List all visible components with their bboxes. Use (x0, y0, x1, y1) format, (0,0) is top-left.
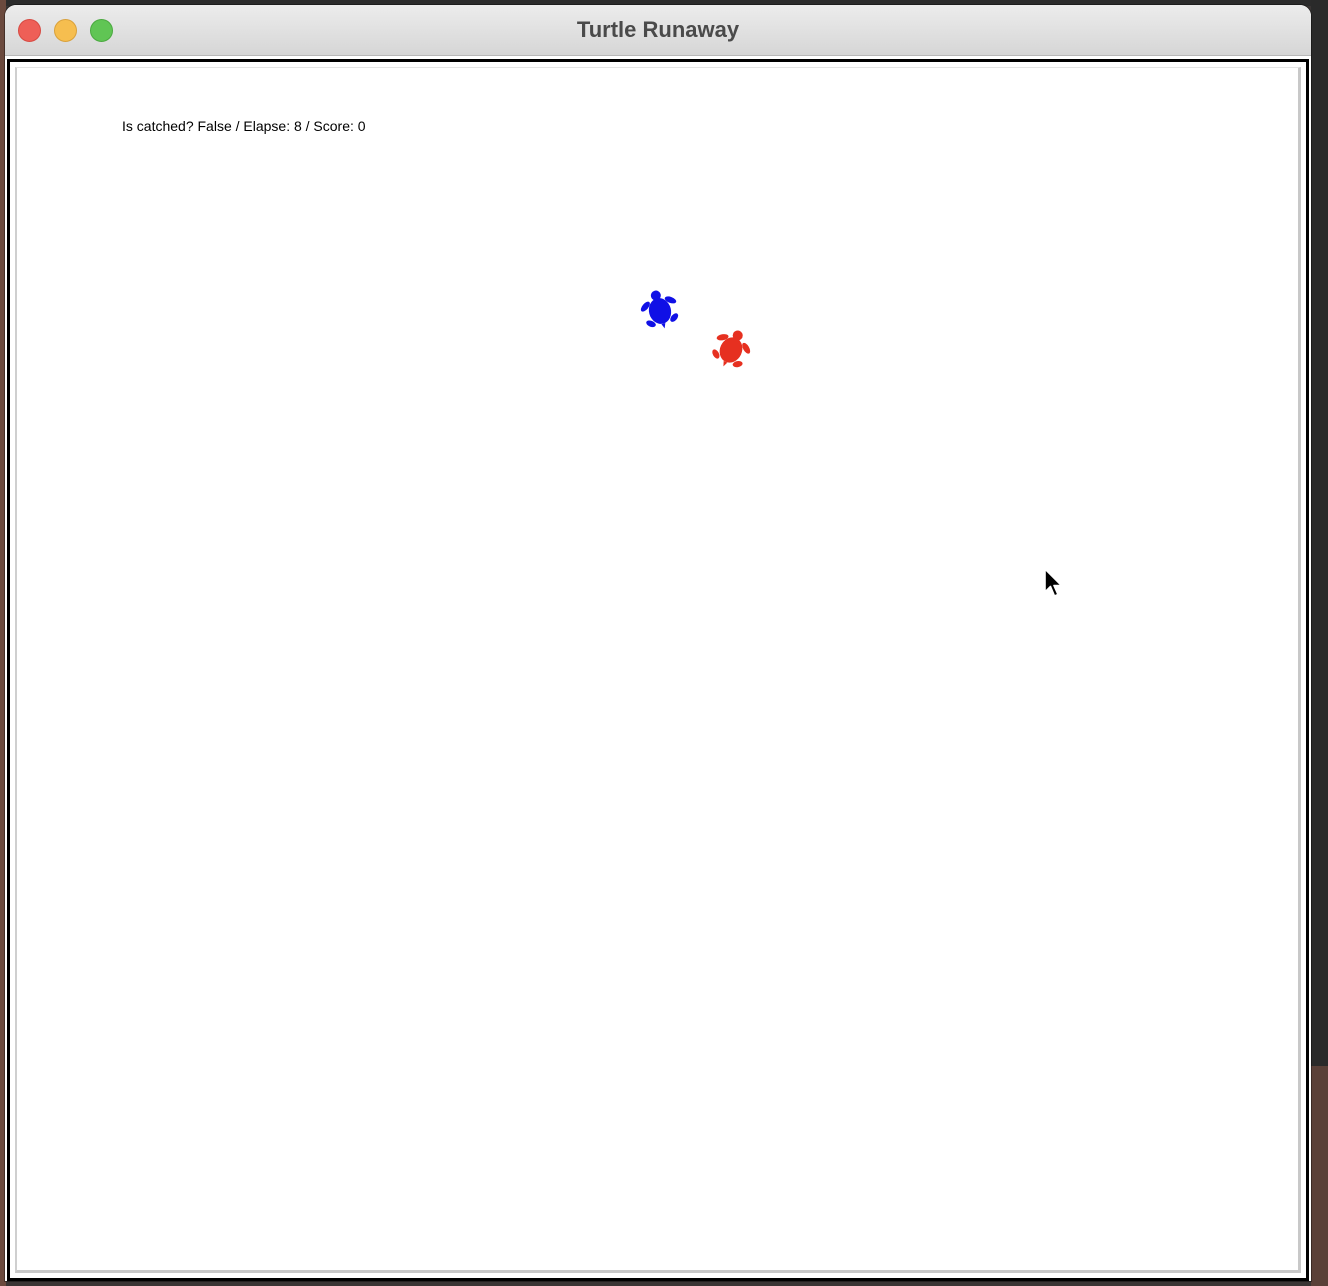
title-bar[interactable]: Turtle Runaway (5, 5, 1311, 56)
desktop-background-right-lower (1311, 1066, 1328, 1286)
game-window: Turtle Runaway Is catched? False / Elaps… (5, 5, 1311, 1281)
status-text: Is catched? False / Elapse: 8 / Score: 0 (122, 118, 366, 134)
runner-turtle-icon (712, 330, 751, 368)
game-canvas[interactable]: Is catched? False / Elapse: 8 / Score: 0 (15, 67, 1301, 1273)
window-title: Turtle Runaway (576, 17, 740, 42)
mouse-cursor-icon (1044, 568, 1063, 597)
canvas-frame: Is catched? False / Elapse: 8 / Score: 0 (7, 59, 1309, 1281)
chaser-turtle-icon (640, 290, 679, 329)
